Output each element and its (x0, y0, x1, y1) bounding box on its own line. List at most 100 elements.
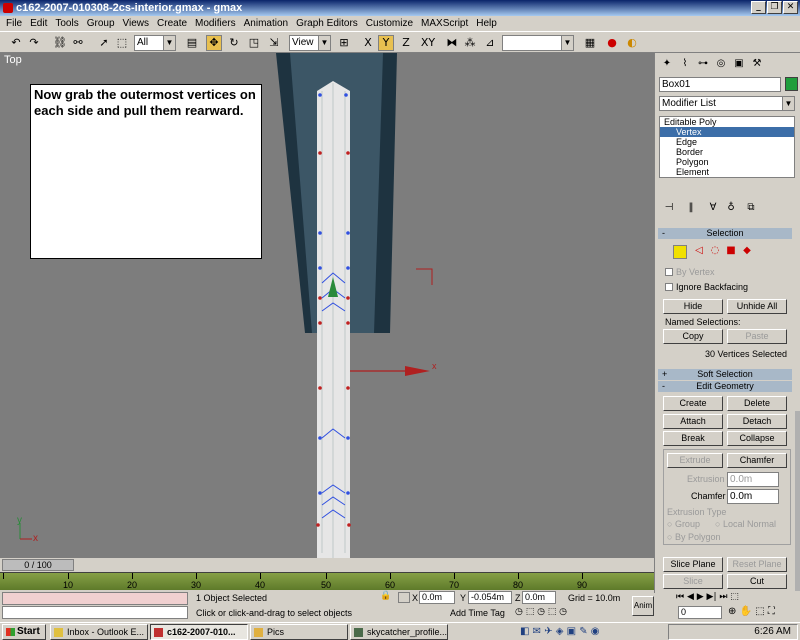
reset-plane-button[interactable]: Reset Plane (727, 557, 787, 572)
menu-views[interactable]: Views (119, 18, 154, 29)
x-coord-field[interactable]: 0.0m (419, 591, 455, 604)
motion-tab-icon[interactable]: ◎ (713, 56, 729, 72)
named-selection-dropdown[interactable]: ▼ (502, 35, 574, 51)
element-mode-icon[interactable]: ◆ (739, 243, 755, 259)
add-time-tag-button[interactable]: Add Time Tag (450, 608, 505, 618)
remove-modifier-icon[interactable]: ♁ (723, 200, 739, 216)
menu-create[interactable]: Create (153, 18, 191, 29)
reference-coord-dropdown[interactable]: View ▼ (289, 35, 331, 51)
menu-edit[interactable]: Edit (26, 18, 51, 29)
menu-graph-editors[interactable]: Graph Editors (292, 18, 362, 29)
menu-file[interactable]: File (2, 18, 26, 29)
menu-maxscript[interactable]: MAXScript (417, 18, 472, 29)
z-coord-field[interactable]: 0.0m (522, 591, 556, 604)
panel-scrollbar[interactable] (795, 411, 800, 591)
make-unique-icon[interactable]: ∀ (705, 200, 721, 216)
cut-button[interactable]: Cut (727, 574, 787, 589)
maxscript-listener-mini[interactable] (2, 592, 188, 605)
restrict-y-icon[interactable]: Y (378, 35, 394, 51)
task-skycatcher[interactable]: skycatcher_profile... (350, 624, 448, 640)
selection-filter-dropdown[interactable]: All ▼ (134, 35, 176, 51)
absolute-mode-icon[interactable] (398, 592, 410, 603)
copy-button[interactable]: Copy (663, 329, 723, 344)
stack-item-element[interactable]: Element (660, 167, 794, 177)
slice-button[interactable]: Slice (663, 574, 723, 589)
extrude-button[interactable]: Extrude (667, 453, 723, 468)
show-end-result-icon[interactable]: ‖ (683, 200, 699, 216)
array-icon[interactable]: ⁂ (462, 35, 478, 51)
pivot-center-icon[interactable]: ⊞ (336, 35, 352, 51)
quick-render-icon[interactable]: ◐ (624, 35, 640, 51)
selection-rollout[interactable]: - Selection (658, 228, 792, 239)
viewport-label[interactable]: Top (4, 54, 22, 66)
playback-controls-icon[interactable]: ⏮ ◀ ▶ ▶| ⏭ ⬚ (676, 592, 796, 606)
slice-plane-button[interactable]: Slice Plane (663, 557, 723, 572)
border-mode-icon[interactable]: ◌ (707, 243, 723, 259)
delete-button[interactable]: Delete (727, 396, 787, 411)
extrusion-field[interactable]: 0.0m (727, 472, 779, 487)
create-tab-icon[interactable]: ✦ (659, 56, 675, 72)
restore-button[interactable]: ❐ (767, 1, 782, 14)
chamfer-button[interactable]: Chamfer (727, 453, 787, 468)
time-slider[interactable]: 0 / 100 (2, 559, 74, 571)
current-frame-field[interactable]: 0 (678, 606, 722, 619)
collapse-button[interactable]: Collapse (727, 431, 787, 446)
display-tab-icon[interactable]: ▣ (731, 56, 747, 72)
render-icon[interactable]: ● (604, 35, 620, 51)
edge-mode-icon[interactable]: ◁ (691, 243, 707, 259)
select-link-icon[interactable]: ⛓ (52, 35, 68, 51)
modify-tab-icon[interactable]: ⌇ (677, 56, 693, 72)
redo-icon[interactable]: ↷ (26, 35, 42, 51)
rotate-icon[interactable]: ↻ (226, 35, 242, 51)
object-color-swatch[interactable] (785, 77, 798, 91)
y-coord-field[interactable]: -0.054m (468, 591, 512, 604)
quick-launch-icons[interactable]: ◧ ✉ ✈ ◈ ▣ ✎ ◉ (520, 626, 660, 638)
viewport-nav-icon[interactable]: ⊕ ✋ ⬚ ⛶ (728, 606, 796, 620)
by-vertex-checkbox[interactable]: By Vertex (665, 267, 715, 277)
scale-icon[interactable]: ◳ (246, 35, 262, 51)
region-select-icon[interactable]: ⬚ (114, 35, 130, 51)
task-outlook[interactable]: Inbox - Outlook E... (50, 624, 148, 640)
restrict-x-icon[interactable]: X (360, 35, 376, 51)
unlink-icon[interactable]: ⚯ (70, 35, 86, 51)
stack-item-polygon[interactable]: Polygon (660, 157, 794, 167)
by-polygon-radio[interactable]: ○ By Polygon (667, 532, 720, 542)
stack-item-vertex[interactable]: Vertex (660, 127, 794, 137)
object-name-field[interactable]: Box01 (659, 77, 781, 92)
close-button[interactable]: ✕ (783, 1, 798, 14)
restrict-xy-icon[interactable]: XY (418, 35, 438, 51)
mirror-icon[interactable]: ⧓ (444, 35, 460, 51)
restrict-z-icon[interactable]: Z (398, 35, 414, 51)
soft-selection-rollout[interactable]: + Soft Selection (658, 369, 792, 380)
clock[interactable]: 6:26 AM (754, 626, 791, 637)
detach-button[interactable]: Detach (727, 414, 787, 429)
attach-button[interactable]: Attach (663, 414, 723, 429)
stack-item-editable-poly[interactable]: Editable Poly (660, 117, 794, 127)
utilities-tab-icon[interactable]: ⚒ (749, 56, 765, 72)
menu-modifiers[interactable]: Modifiers (191, 18, 240, 29)
group-radio[interactable]: ○ Group (667, 519, 700, 529)
break-button[interactable]: Break (663, 431, 723, 446)
keyframe-icon[interactable]: ◷ ⬚ ◷ ⬚ ◷ (515, 607, 567, 617)
move-icon[interactable]: ✥ (206, 35, 222, 51)
edit-geometry-rollout[interactable]: - Edit Geometry (658, 381, 792, 392)
menu-animation[interactable]: Animation (240, 18, 292, 29)
top-viewport[interactable]: x Top Now grab the outermost vertices on… (0, 53, 654, 558)
minimize-button[interactable]: _ (751, 1, 766, 14)
anim-mode-button[interactable]: Anim (632, 596, 654, 616)
stack-item-border[interactable]: Border (660, 147, 794, 157)
menu-group[interactable]: Group (83, 18, 119, 29)
task-pics[interactable]: Pics (250, 624, 348, 640)
material-editor-icon[interactable]: ▦ (582, 35, 598, 51)
track-bar[interactable]: 10 20 30 40 50 60 70 80 90 (0, 572, 654, 590)
lock-selection-icon[interactable]: 🔒 (380, 591, 391, 601)
create-button[interactable]: Create (663, 396, 723, 411)
align-icon[interactable]: ⊿ (482, 35, 498, 51)
undo-icon[interactable]: ↶ (8, 35, 24, 51)
hierarchy-tab-icon[interactable]: ⊶ (695, 56, 711, 72)
configure-sets-icon[interactable]: ⧉ (743, 200, 759, 216)
local-normal-radio[interactable]: ○ Local Normal (715, 519, 776, 529)
select-object-icon[interactable]: ➚ (96, 35, 112, 51)
menu-customize[interactable]: Customize (362, 18, 417, 29)
vertex-mode-icon[interactable] (673, 245, 687, 259)
